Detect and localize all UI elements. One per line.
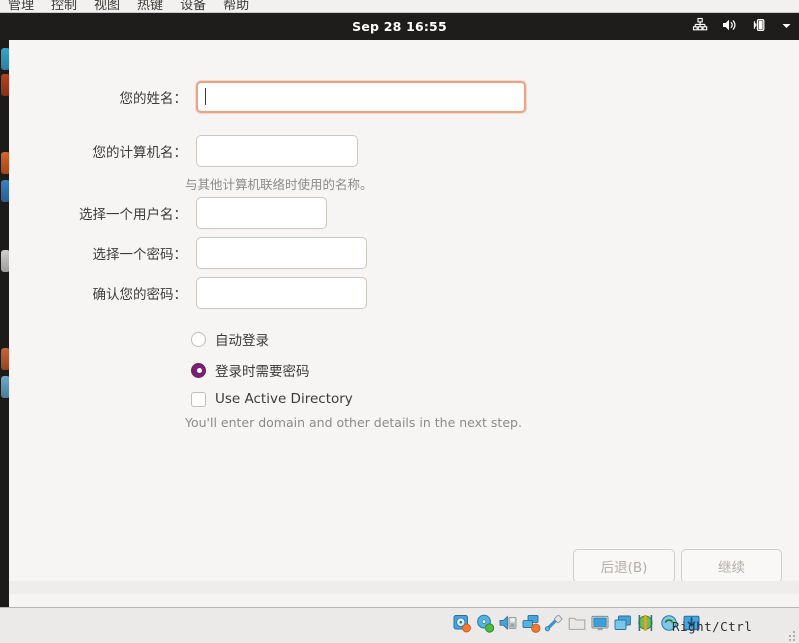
row-your-name: 您的姓名： <box>9 81 529 113</box>
row-computer-name: 您的计算机名： <box>9 135 529 167</box>
active-directory-option[interactable]: Use Active Directory <box>191 391 353 407</box>
confirm-password-field[interactable] <box>196 277 367 309</box>
usb-icon[interactable] <box>544 613 564 637</box>
text-caret <box>205 88 206 105</box>
active-directory-label: Use Active Directory <box>215 391 353 407</box>
your-name-field[interactable] <box>196 81 526 113</box>
optical-disk-icon[interactable] <box>475 613 495 637</box>
dock-item-7[interactable] <box>1 376 9 398</box>
dock-item-4[interactable] <box>1 180 9 202</box>
active-directory-hint: You'll enter domain and other details in… <box>185 415 522 430</box>
network-adapter-icon[interactable] <box>521 613 541 637</box>
resize-grip[interactable] <box>786 630 796 641</box>
back-button[interactable]: 后退(B) <box>573 549 675 583</box>
your-name-label: 您的姓名： <box>119 91 188 107</box>
row-confirm-password: 确认您的密码： <box>9 277 529 309</box>
continue-button[interactable]: 继续 <box>681 549 782 583</box>
floppy-disk-icon[interactable] <box>498 613 518 637</box>
dock-item-1[interactable] <box>1 48 9 70</box>
vm-status-bar: Right/Ctrl <box>0 607 799 643</box>
vm-menu-bar: 管理 控制 视图 热键 设备 帮助 <box>0 0 799 13</box>
require-password-radio[interactable] <box>191 362 206 378</box>
confirm-password-label: 确认您的密码： <box>92 287 188 303</box>
computer-name-label: 您的计算机名： <box>92 145 188 161</box>
user-setup-form: 您的姓名： 您的计算机名： 与其他计算机联络时使用的名称。 选择一个用户名： 选… <box>9 40 799 540</box>
menu-hotkey[interactable]: 热键 <box>137 0 163 12</box>
menu-manage[interactable]: 管理 <box>8 0 34 12</box>
dock-item-6[interactable] <box>1 348 9 370</box>
computer-name-hint: 与其他计算机联络时使用的名称。 <box>185 177 373 192</box>
menu-help[interactable]: 帮助 <box>223 0 249 12</box>
computer-name-field[interactable] <box>196 135 358 167</box>
hard-disk-icon[interactable] <box>452 613 472 637</box>
ubuntu-top-bar: Sep 28 16:55 <box>0 13 799 40</box>
auto-login-radio[interactable] <box>191 331 206 347</box>
recording-icon[interactable] <box>613 613 633 637</box>
ubuntu-dock <box>0 40 9 607</box>
row-password: 选择一个密码： <box>9 237 529 269</box>
require-password-label: 登录时需要密码 <box>215 364 310 380</box>
battery-icon[interactable] <box>751 17 767 37</box>
shared-folder-icon[interactable] <box>567 613 587 637</box>
active-directory-checkbox[interactable] <box>191 391 206 407</box>
auto-login-label: 自动登录 <box>215 333 269 349</box>
password-field[interactable] <box>196 237 367 269</box>
network-wired-icon[interactable] <box>692 17 708 37</box>
chevron-down-icon[interactable] <box>780 17 793 36</box>
vm-device-icons <box>452 613 702 637</box>
username-field[interactable] <box>196 197 327 229</box>
password-label: 选择一个密码： <box>92 247 188 263</box>
screen-root: 管理 控制 视图 热键 设备 帮助 Sep 28 16:55 您的姓名： 您的计… <box>0 0 799 643</box>
vm-menu-items: 管理 控制 视图 热键 设备 帮助 <box>8 0 249 12</box>
display-icon[interactable] <box>590 613 610 637</box>
guest-screen: Sep 28 16:55 您的姓名： 您的计算机名： 与其他计算机联络时使用的名… <box>0 13 799 607</box>
menu-device[interactable]: 设备 <box>180 0 206 12</box>
dock-item-5[interactable] <box>1 250 9 272</box>
username-label: 选择一个用户名： <box>79 207 187 223</box>
row-username: 选择一个用户名： <box>9 197 529 229</box>
auto-login-option[interactable]: 自动登录 <box>191 329 269 349</box>
guest-bottom-strip <box>9 581 799 594</box>
features-icon[interactable] <box>636 613 656 637</box>
installer-window: 您的姓名： 您的计算机名： 与其他计算机联络时使用的名称。 选择一个用户名： 选… <box>9 40 799 607</box>
host-key-label: Right/Ctrl <box>672 619 753 634</box>
menu-control[interactable]: 控制 <box>51 0 77 12</box>
dock-item-2[interactable] <box>1 74 9 96</box>
clock[interactable]: Sep 28 16:55 <box>0 13 799 40</box>
require-password-option[interactable]: 登录时需要密码 <box>191 360 310 380</box>
menu-view[interactable]: 视图 <box>94 0 120 12</box>
system-tray <box>692 13 793 40</box>
dock-item-3[interactable] <box>1 152 9 174</box>
volume-icon[interactable] <box>721 17 738 37</box>
